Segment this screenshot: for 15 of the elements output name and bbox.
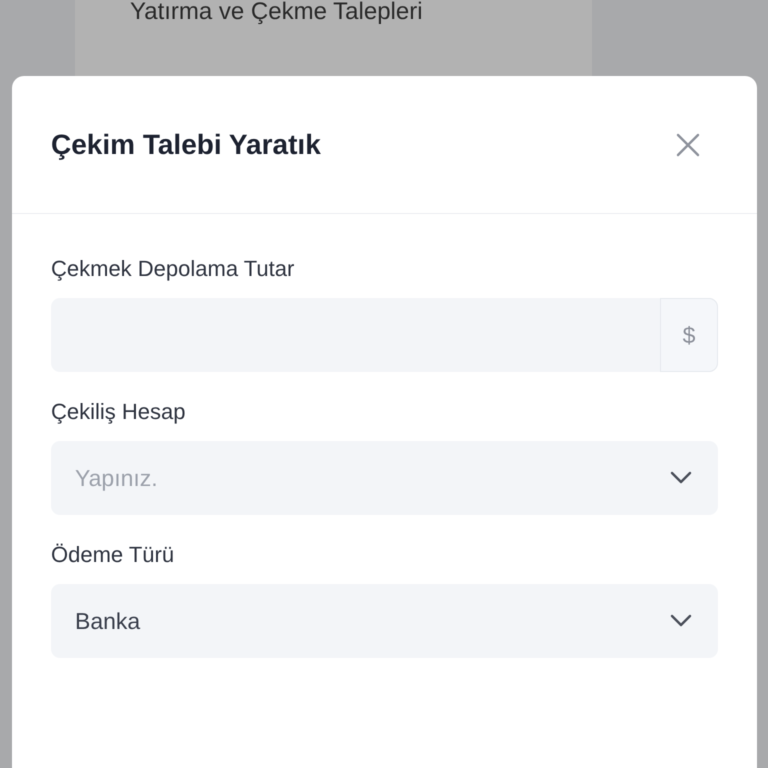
modal-title: Çekim Talebi Yaratık <box>51 128 321 160</box>
select-placeholder: Yapınız. <box>75 464 158 492</box>
field-label: Ödeme Türü <box>51 542 176 568</box>
chevron-down-icon <box>670 614 692 628</box>
field-label: Çekmek Depolama Tutar <box>51 256 296 282</box>
background-heading: Yatırma ve Çekme Talepleri <box>130 0 423 26</box>
amount-input[interactable]: $ <box>51 298 718 372</box>
select-value: Banka <box>75 608 140 634</box>
select-dropdown[interactable]: Yapınız. <box>51 441 718 515</box>
select-dropdown[interactable]: Banka <box>51 584 718 658</box>
chevron-down-icon <box>670 471 692 485</box>
close-button[interactable] <box>675 132 701 158</box>
currency-addon: $ <box>660 298 718 372</box>
close-icon <box>675 132 701 158</box>
field-label: Çekiliş Hesap <box>51 399 186 425</box>
